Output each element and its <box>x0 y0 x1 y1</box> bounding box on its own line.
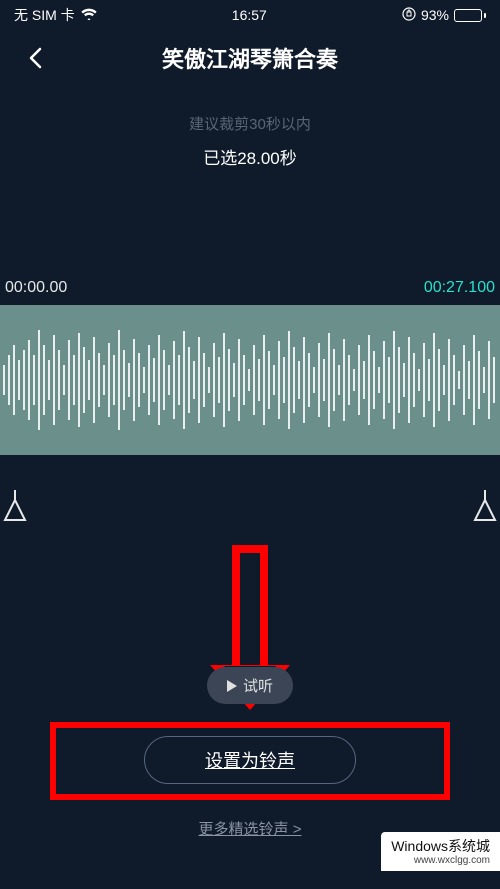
battery-percent: 93% <box>421 7 449 23</box>
status-right: 93% <box>402 7 486 24</box>
page-title: 笑傲江湖琴箫合奏 <box>162 42 338 74</box>
trim-handle-right[interactable] <box>471 490 499 525</box>
watermark-url: www.wxclgg.com <box>391 855 490 867</box>
time-start-label: 00:00.00 <box>5 279 67 297</box>
time-end-label: 00:27.100 <box>424 279 495 297</box>
selected-duration: 已选28.00秒 <box>0 144 500 169</box>
set-ringtone-button[interactable]: 设置为铃声 <box>144 736 356 784</box>
back-button[interactable] <box>20 43 50 73</box>
status-bar: 无 SIM 卡 16:57 93% <box>0 0 500 30</box>
chevron-left-icon <box>28 47 42 69</box>
bottom-actions: 试听 设置为铃声 更多精选铃声 > <box>0 667 500 839</box>
carrier-text: 无 SIM 卡 <box>14 5 75 25</box>
trim-hint: 建议裁剪30秒以内 <box>0 113 500 134</box>
waveform-area[interactable] <box>0 305 500 455</box>
trim-handle-left[interactable] <box>1 490 29 525</box>
watermark-title: Windows系统城 <box>391 838 490 854</box>
annotation-highlight-box: 设置为铃声 <box>50 722 450 800</box>
preview-label: 试听 <box>243 675 273 696</box>
nav-bar: 笑傲江湖琴箫合奏 <box>0 30 500 85</box>
status-left: 无 SIM 卡 <box>14 5 97 25</box>
wifi-icon <box>81 7 97 23</box>
waveform-icon <box>0 325 500 435</box>
orientation-lock-icon <box>402 7 416 24</box>
preview-button[interactable]: 试听 <box>207 667 293 704</box>
battery-icon <box>454 9 486 22</box>
play-icon <box>227 680 237 692</box>
status-time: 16:57 <box>232 7 267 23</box>
trim-handles <box>0 455 500 490</box>
watermark: Windows系统城 www.wxclgg.com <box>381 832 500 871</box>
hint-area: 建议裁剪30秒以内 已选28.00秒 <box>0 113 500 169</box>
time-labels: 00:00.00 00:27.100 <box>0 279 500 297</box>
